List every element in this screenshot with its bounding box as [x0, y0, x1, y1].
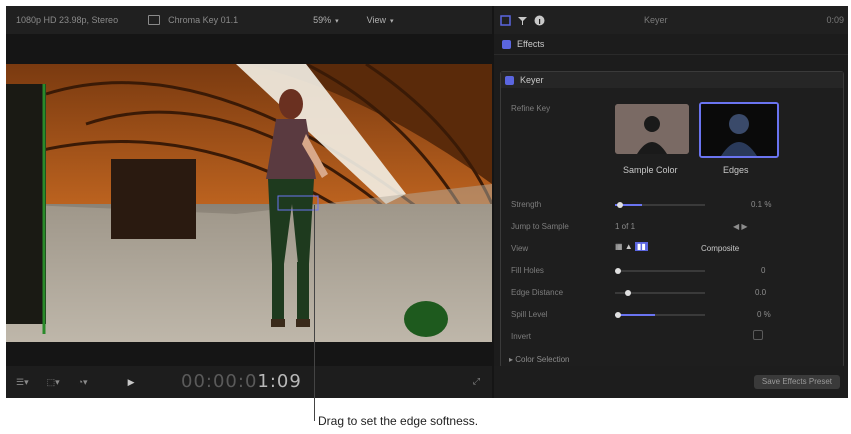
fill-holes-value[interactable]: 0 — [761, 266, 765, 275]
viewer-footer: ☰▾ ⬚▾ ◔▾ ▶ 00:00:01:09 ⤢ — [6, 366, 492, 398]
view-mode-value: Composite — [701, 244, 740, 253]
view-mode-buttons[interactable]: ▦ ▲ ▮▮ — [615, 242, 648, 251]
viewer-header: 1080p HD 23.98p, Stereo Chroma Key 01.1 … — [6, 6, 492, 34]
viewer-canvas[interactable] — [6, 49, 494, 342]
invert-label: Invert — [511, 332, 532, 341]
edges-button[interactable] — [699, 102, 779, 158]
fullscreen-icon[interactable]: ⤢ — [473, 376, 480, 387]
color-inspector-icon[interactable] — [517, 15, 528, 26]
zoom-value: 59% — [313, 15, 332, 25]
spill-level-value[interactable]: 0 % — [757, 310, 771, 319]
keyer-enable-checkbox[interactable] — [505, 75, 514, 85]
video-frame — [6, 49, 494, 342]
timecode-bright: 1:09 — [257, 371, 302, 392]
jump-to-sample-label: Jump to Sample — [511, 222, 569, 231]
fill-holes-label: Fill Holes — [511, 266, 544, 275]
jump-to-sample-value: 1 of 1 — [615, 222, 636, 231]
inspector-panel: Keyer 0:09 Effects Keyer Refine Key Samp… — [494, 6, 848, 368]
edge-distance-label: Edge Distance — [511, 288, 564, 297]
strength-slider-knob[interactable] — [617, 202, 623, 208]
caption: Drag to set the edge softness. — [318, 414, 479, 428]
info-inspector-icon[interactable] — [534, 15, 545, 26]
film-icon — [148, 15, 161, 25]
strength-value[interactable]: 0.1 % — [751, 200, 771, 209]
edge-distance-value[interactable]: 0.0 — [755, 288, 766, 297]
final-cut-window: 1080p HD 23.98p, Stereo Chroma Key 01.1 … — [6, 6, 848, 398]
view-label: View — [366, 15, 387, 25]
chevron-down-icon: ▾ — [390, 18, 394, 25]
keyer-label: Keyer — [520, 75, 544, 85]
spill-level-slider-fill — [615, 314, 655, 316]
effects-checkbox[interactable] — [502, 39, 511, 49]
view-menu[interactable]: View ▾ — [367, 15, 394, 25]
speed-tool-icon[interactable]: ◔▾ — [78, 377, 88, 388]
refine-key-label: Refine Key — [511, 104, 551, 113]
sample-color-button[interactable] — [615, 104, 689, 154]
chevron-down-icon: ▾ — [335, 18, 339, 25]
fill-holes-slider[interactable] — [615, 270, 705, 272]
inspector-footer: Save Effects Preset — [494, 366, 848, 398]
sample-color-label: Sample Color — [623, 165, 678, 175]
color-selection-toggle[interactable]: ▸ Color Selection — [509, 355, 570, 364]
project-format: 1080p HD 23.98p, Stereo — [16, 15, 119, 25]
fill-holes-slider-knob[interactable] — [615, 268, 621, 274]
inspector-duration: 0:09 — [826, 15, 844, 25]
keyer-header[interactable]: Keyer — [501, 72, 843, 88]
timecode-display: 00:00:01:09 — [181, 371, 302, 392]
inspector-title: Keyer — [644, 15, 668, 25]
transform-tool-icon[interactable]: ⬚▾ — [47, 377, 60, 388]
effects-section-header[interactable]: Effects — [494, 34, 848, 55]
save-effects-preset-button[interactable]: Save Effects Preset — [753, 375, 840, 389]
list-menu-icon[interactable]: ☰▾ — [16, 377, 29, 388]
timecode-dim: 00:00:0 — [181, 371, 258, 392]
zoom-menu[interactable]: 59% ▾ — [313, 15, 339, 25]
edges-label: Edges — [723, 165, 749, 175]
spill-level-slider-knob[interactable] — [615, 312, 621, 318]
keyer-effect: Keyer Refine Key Sample Color Edges Stre… — [500, 71, 844, 368]
spill-level-label: Spill Level — [511, 310, 548, 319]
person-silhouette-icon — [615, 104, 689, 154]
effects-label: Effects — [517, 39, 545, 49]
inspector-header: Keyer 0:09 — [494, 6, 848, 34]
color-selection-label: Color Selection — [515, 355, 570, 364]
video-inspector-icon[interactable] — [500, 14, 511, 26]
edge-distance-slider-knob[interactable] — [625, 290, 631, 296]
invert-checkbox[interactable] — [753, 330, 763, 340]
strength-label: Strength — [511, 200, 542, 209]
jump-arrows-icon[interactable]: ◀ ▶ — [733, 222, 748, 231]
edges-silhouette-icon — [701, 104, 777, 156]
view-label: View — [511, 244, 529, 253]
play-icon[interactable]: ▶ — [128, 377, 135, 388]
clip-name: Chroma Key 01.1 — [168, 15, 239, 25]
callout-line — [314, 205, 315, 421]
